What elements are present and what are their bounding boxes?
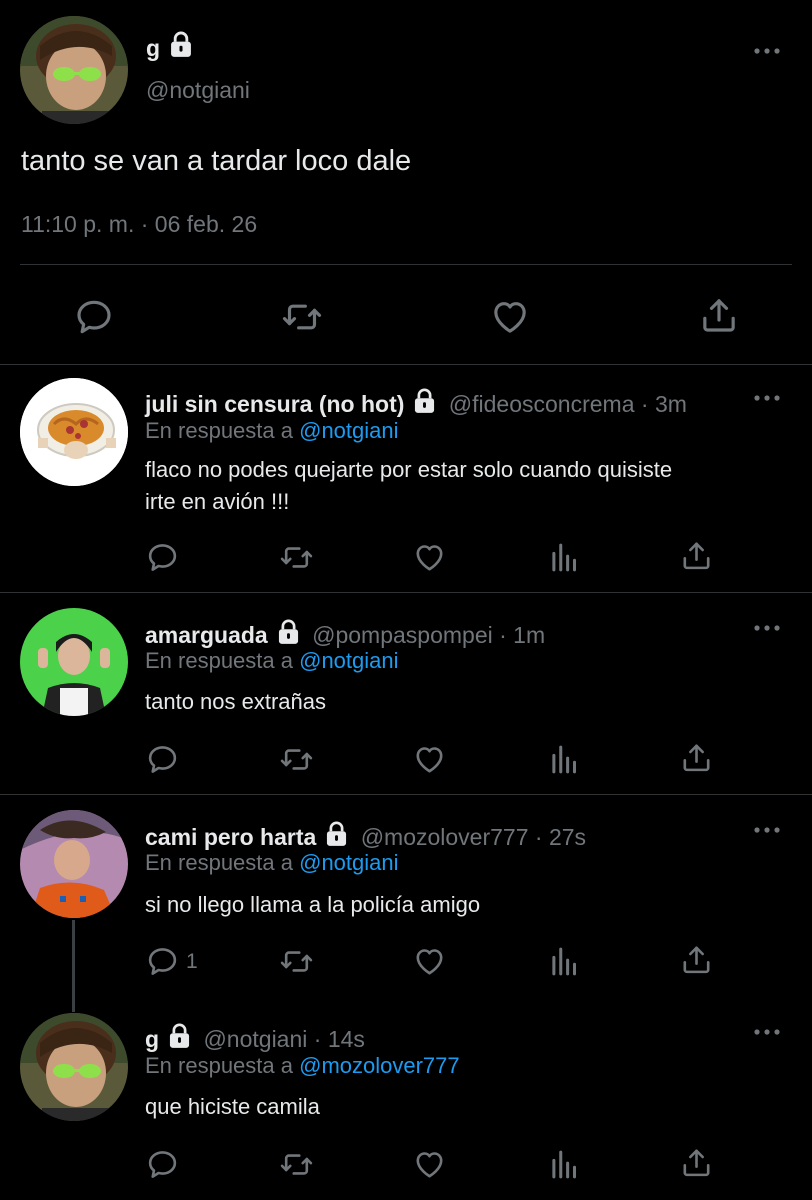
- tweet-text: tanto nos extrañas: [145, 686, 785, 718]
- reply-to-mention[interactable]: @mozolover777: [299, 1053, 460, 1078]
- more-icon[interactable]: [752, 393, 782, 403]
- reply-icon[interactable]: [146, 1148, 179, 1181]
- divider: [0, 592, 812, 593]
- share-icon[interactable]: [680, 741, 713, 774]
- tweet-text-line: si no llego llama a la policía amigo: [145, 892, 481, 917]
- avatar[interactable]: [20, 810, 128, 918]
- tweet-time[interactable]: · 1m: [499, 622, 545, 648]
- divider: [20, 264, 792, 265]
- like-icon[interactable]: [413, 743, 446, 776]
- more-icon[interactable]: [752, 1027, 782, 1037]
- reply-count: 1: [186, 950, 198, 973]
- more-icon[interactable]: [752, 623, 782, 633]
- like-icon[interactable]: [413, 541, 446, 574]
- share-icon[interactable]: [680, 539, 713, 572]
- tweet-text-line: flaco no podes quejarte por estar solo c…: [145, 457, 673, 482]
- reply-to-mention[interactable]: @notgiani: [299, 850, 398, 875]
- author-handle[interactable]: @fideosconcrema: [449, 391, 635, 417]
- author-handle[interactable]: @mozolover777: [361, 824, 529, 850]
- author-handle[interactable]: @notgiani: [203, 1026, 307, 1052]
- lock-icon: [166, 1022, 193, 1049]
- divider: [0, 364, 812, 365]
- thread-connector: [72, 920, 75, 1012]
- share-icon[interactable]: [699, 295, 739, 335]
- like-icon[interactable]: [413, 1148, 446, 1181]
- retweet-icon[interactable]: [280, 1148, 313, 1181]
- reply-to-mention[interactable]: @notgiani: [299, 648, 398, 673]
- avatar[interactable]: [20, 608, 128, 716]
- like-icon[interactable]: [490, 297, 530, 337]
- reply-icon[interactable]: [74, 297, 114, 337]
- author-name[interactable]: amarguada: [145, 622, 268, 648]
- author-handle[interactable]: @notgiani: [146, 76, 250, 104]
- lock-icon: [275, 618, 302, 645]
- reply-to-mention[interactable]: @notgiani: [299, 418, 398, 443]
- tweet-time[interactable]: · 27s: [535, 824, 586, 850]
- reply-context-label: En respuesta a: [145, 850, 293, 875]
- lock-icon: [411, 387, 438, 414]
- reply-context-label: En respuesta a: [145, 418, 293, 443]
- share-icon[interactable]: [680, 1146, 713, 1179]
- author-name[interactable]: g: [146, 35, 160, 61]
- tweet-text: flaco no podes quejarte por estar solo c…: [145, 454, 785, 518]
- avatar[interactable]: [20, 16, 128, 124]
- reply-context-label: En respuesta a: [145, 648, 293, 673]
- more-icon[interactable]: [752, 825, 782, 835]
- analytics-icon[interactable]: [547, 743, 580, 776]
- like-icon[interactable]: [413, 945, 446, 978]
- more-icon[interactable]: [752, 46, 782, 56]
- reply-icon[interactable]: [146, 743, 179, 776]
- retweet-icon[interactable]: [280, 541, 313, 574]
- lock-icon: [167, 30, 195, 58]
- reply-icon[interactable]: [146, 945, 179, 978]
- tweet-text-line: irte en avión !!!: [145, 489, 290, 514]
- retweet-icon[interactable]: [280, 945, 313, 978]
- tweet-time[interactable]: · 3m: [641, 391, 687, 417]
- tweet-time[interactable]: · 14s: [314, 1026, 365, 1052]
- lock-icon: [323, 820, 350, 847]
- tweet-timestamp[interactable]: 11:10 p. m. · 06 feb. 26: [21, 210, 257, 238]
- reply-icon[interactable]: [146, 541, 179, 574]
- author-name[interactable]: cami pero harta: [145, 824, 316, 850]
- retweet-icon[interactable]: [280, 743, 313, 776]
- tweet-text: que hiciste camila: [145, 1091, 785, 1123]
- divider: [0, 794, 812, 795]
- reply-context-label: En respuesta a: [145, 1053, 293, 1078]
- analytics-icon[interactable]: [547, 945, 580, 978]
- avatar[interactable]: [20, 378, 128, 486]
- avatar[interactable]: [20, 1013, 128, 1121]
- author-name[interactable]: juli sin censura (no hot): [145, 391, 404, 417]
- tweet-text: tanto se van a tardar loco dale: [21, 145, 412, 177]
- retweet-icon[interactable]: [282, 297, 322, 337]
- author-name[interactable]: g: [145, 1026, 159, 1052]
- analytics-icon[interactable]: [547, 541, 580, 574]
- author-handle[interactable]: @pompaspompei: [312, 622, 493, 648]
- tweet-text-line: tanto nos extrañas: [145, 689, 327, 714]
- tweet-text-line: que hiciste camila: [145, 1094, 320, 1119]
- share-icon[interactable]: [680, 943, 713, 976]
- analytics-icon[interactable]: [547, 1148, 580, 1181]
- tweet-text: si no llego llama a la policía amigo: [145, 889, 785, 921]
